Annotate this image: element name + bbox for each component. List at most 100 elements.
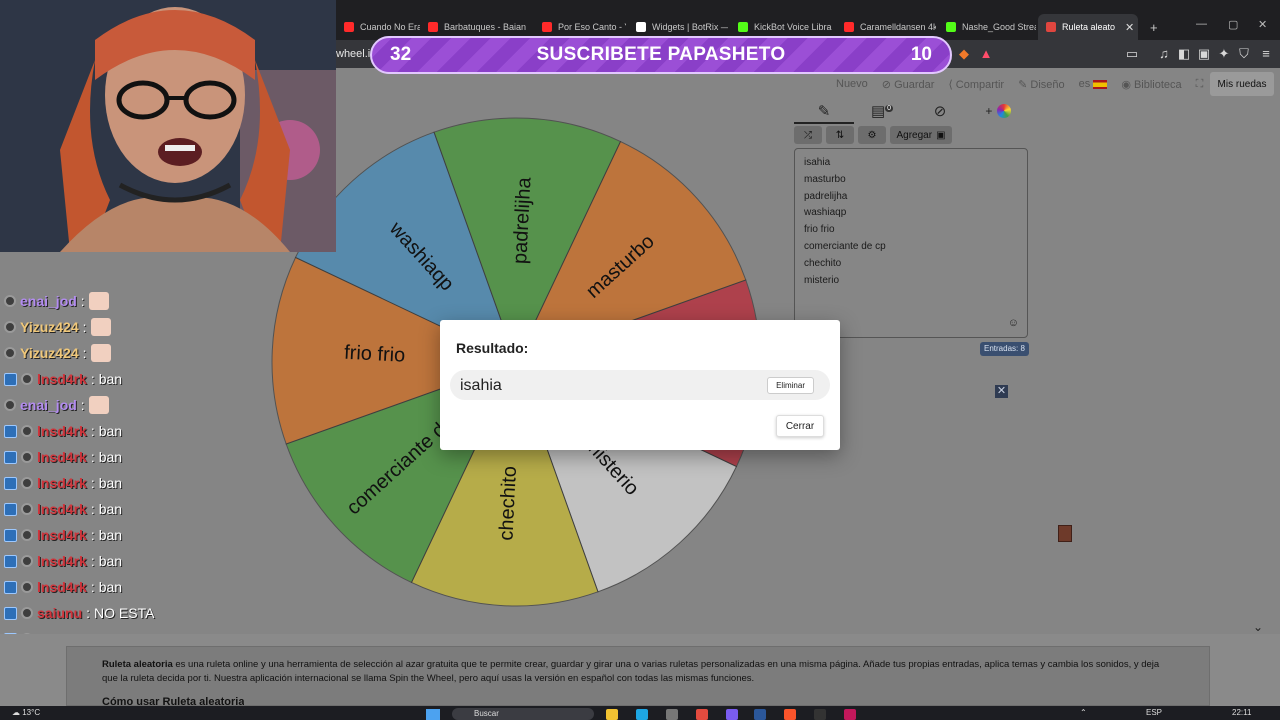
tab-favicon-icon: [946, 22, 956, 32]
music-icon[interactable]: ♫: [1156, 46, 1172, 62]
chat-separator: :: [86, 605, 91, 621]
chevron-down-icon[interactable]: ⌄: [1253, 620, 1263, 634]
tab-label: Widgets | BotRix —: [652, 22, 728, 32]
chat-message: enai_jod :: [4, 292, 109, 310]
vpn-icon[interactable]: ⛉: [1236, 46, 1252, 62]
entry-line: masturbo: [804, 173, 846, 185]
menu-icon[interactable]: ≡: [1258, 46, 1274, 62]
brave-shield-icon[interactable]: ◆: [956, 46, 972, 62]
chat-username: Yizuz424: [20, 319, 79, 335]
close-button[interactable]: Cerrar: [776, 415, 824, 437]
tray-chevron-icon[interactable]: ⌃: [1080, 708, 1087, 717]
weather-widget[interactable]: ☁ 13°C: [12, 708, 40, 717]
gear-icon: ⚙: [867, 129, 877, 141]
nav-compartir[interactable]: ⟨ Compartir: [948, 78, 1004, 91]
chat-message: Yizuz424 :: [4, 318, 111, 336]
clock[interactable]: 22:11: [1232, 708, 1251, 717]
app2-icon[interactable]: [844, 709, 856, 720]
obs-icon[interactable]: [814, 709, 826, 720]
app-icon[interactable]: [696, 709, 708, 720]
chat-separator: :: [90, 579, 95, 595]
nav-nuevo[interactable]: Nuevo: [836, 78, 868, 90]
entry-line: padrelijha: [804, 190, 848, 202]
sort-button[interactable]: ⇅: [826, 126, 854, 144]
chat-message: saiunu : NO ESTA: [4, 604, 154, 622]
chat-username: lnsd4rk: [37, 579, 87, 595]
nav-language[interactable]: es: [1079, 78, 1108, 90]
chat-emote-icon: [90, 344, 111, 362]
entry-line: misterio: [804, 274, 840, 286]
close-window-icon[interactable]: ✕: [1258, 18, 1267, 31]
chat-username: enai_jod: [20, 293, 77, 309]
chat-text: ban: [98, 527, 123, 543]
weather-temp: 13°C: [22, 708, 41, 717]
settings-button[interactable]: ⚙: [858, 126, 886, 144]
tab-label: KickBot Voice Libra: [754, 22, 832, 32]
chat-message: lnsd4rk : ban: [4, 370, 122, 388]
chat-emote-icon: [90, 318, 111, 336]
tab-label: Nashe_Good Strea: [962, 22, 1036, 32]
discord-icon[interactable]: [726, 709, 738, 720]
wheel-segment-label: frio frio: [344, 342, 406, 367]
new-tab-button[interactable]: +: [1142, 14, 1166, 40]
info-heading: Cómo usar Ruleta aleatoria: [102, 696, 245, 706]
edge-icon[interactable]: [636, 709, 648, 720]
ai-icon[interactable]: ✦: [1216, 46, 1232, 62]
entries-textarea[interactable]: isahia masturbo padrelijha washiaqp frio fri…: [794, 148, 1028, 338]
start-button[interactable]: [426, 709, 440, 720]
tab-edit[interactable]: ✎: [794, 102, 854, 124]
cast-icon[interactable]: ▭: [1124, 46, 1140, 62]
result-dialog: Resultado: isahia Eliminar Cerrar: [440, 320, 840, 450]
entries-toolbar: ⤮ ⇅ ⚙ Agregar ▣: [794, 126, 952, 146]
spain-flag-icon: [1093, 79, 1108, 89]
file-explorer-icon[interactable]: [606, 709, 618, 720]
mis-ruedas-button[interactable]: Mis ruedas: [1210, 72, 1274, 96]
browser-tab[interactable]: Ruleta aleato ✕: [1038, 14, 1138, 40]
wallet-icon[interactable]: ▣: [1196, 46, 1212, 62]
chat-separator: :: [90, 423, 95, 439]
info-paragraph: Ruleta aleatoria es una ruleta online y …: [102, 658, 1172, 685]
chat-username: lnsd4rk: [37, 475, 87, 491]
nav-biblioteca[interactable]: ◉ Biblioteca: [1121, 78, 1181, 91]
chat-text: ban: [98, 475, 123, 491]
nav-diseno-label: Diseño: [1030, 78, 1065, 91]
nav-guardar[interactable]: ⊘ Guardar: [882, 78, 935, 91]
brave-icon[interactable]: [784, 709, 796, 720]
chat-separator: :: [80, 397, 85, 413]
user-badge-icon: [21, 373, 33, 385]
sidebar-icon[interactable]: ◧: [1176, 46, 1192, 62]
tab-results[interactable]: ▤ 0: [852, 102, 912, 124]
user-badge-icon: [4, 295, 16, 307]
language-indicator[interactable]: ESP: [1146, 708, 1162, 717]
chat-text: ban: [98, 501, 123, 517]
color-wheel-icon: [996, 104, 1011, 119]
fullscreen-icon[interactable]: ⛶: [1196, 78, 1204, 91]
chat-emote-icon: [88, 396, 109, 414]
word-icon[interactable]: [754, 709, 766, 720]
minimize-icon[interactable]: —: [1196, 18, 1207, 30]
sticker-image: [1058, 525, 1072, 542]
tab-color[interactable]: +: [968, 102, 1028, 124]
tab-close-icon[interactable]: ✕: [1125, 21, 1134, 34]
close-icon[interactable]: ✕: [995, 385, 1008, 398]
chat-username: enai_jod: [20, 397, 77, 413]
nav-diseno[interactable]: ✎ Diseño: [1018, 78, 1065, 91]
emoji-icon[interactable]: ☺: [1008, 317, 1019, 329]
tab-hide[interactable]: ⊘: [910, 102, 970, 124]
info-lead: Ruleta aleatoria: [102, 659, 173, 670]
rewards-icon[interactable]: ▲: [978, 46, 994, 62]
panel-tabs: ✎ ▤ 0 ⊘ +: [794, 100, 1034, 124]
browser-tab[interactable]: Nashe_Good Strea: [938, 14, 1036, 40]
add-image-button[interactable]: Agregar ▣: [890, 126, 952, 144]
taskbar-search[interactable]: Buscar: [452, 708, 594, 720]
user-badge-icon: [21, 477, 33, 489]
moderator-badge-icon: [4, 424, 17, 438]
maximize-icon[interactable]: ▢: [1228, 18, 1238, 31]
chat-username: lnsd4rk: [37, 423, 87, 439]
nav-biblioteca-label: Biblioteca: [1133, 78, 1182, 91]
tab-label: Barbatuques - Baian: [444, 22, 527, 32]
shuffle-button[interactable]: ⤮: [794, 126, 822, 144]
results-count: 0: [885, 105, 894, 112]
store-icon[interactable]: [666, 709, 678, 720]
remove-button[interactable]: Eliminar: [767, 377, 814, 394]
